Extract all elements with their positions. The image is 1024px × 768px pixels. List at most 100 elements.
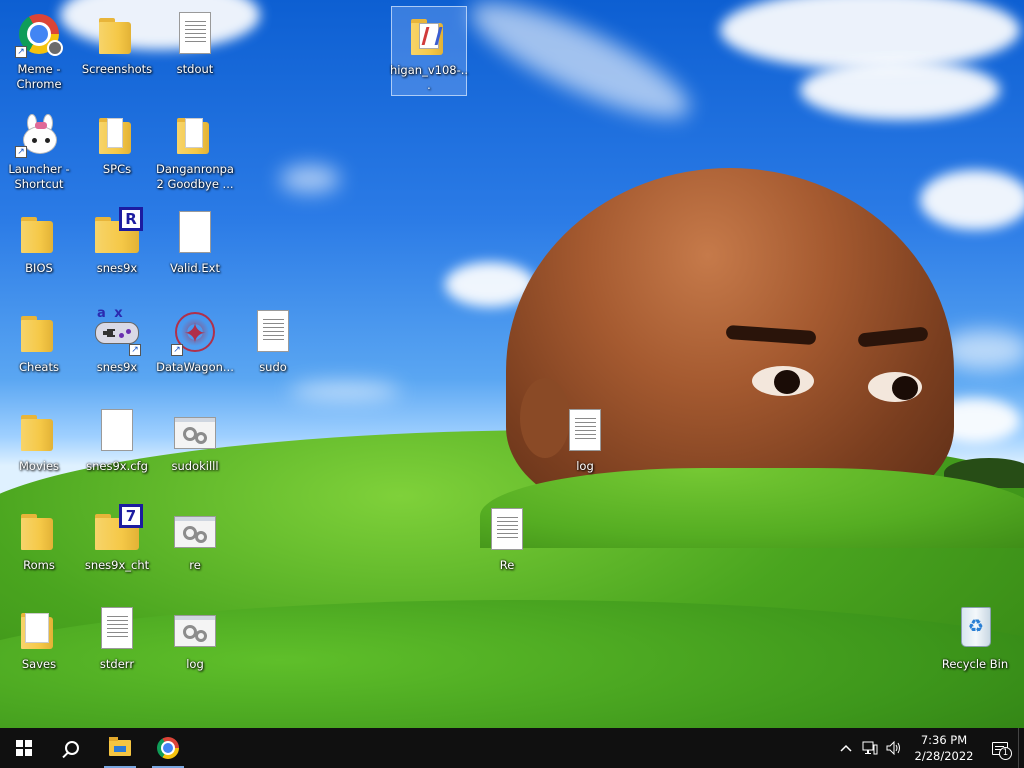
icon-label: DataWagon... — [156, 360, 234, 374]
desktop-icon-movies[interactable]: Movies — [1, 403, 77, 493]
icon-label: Roms — [23, 558, 55, 572]
desktop-icon-higan[interactable]: higan_v108-... — [389, 6, 469, 96]
desktop-icon-launcher[interactable]: ↗ Launcher - Shortcut — [1, 106, 77, 196]
gear-file-icon — [171, 506, 219, 554]
chrome-icon — [157, 737, 179, 759]
desktop-icon-cheats[interactable]: Cheats — [1, 304, 77, 394]
desktop-icon-screenshots[interactable]: Screenshots — [79, 6, 155, 96]
icon-label: snes9x — [96, 261, 138, 275]
desktop-icon-snes9x-app[interactable]: a x ↗ snes9x — [79, 304, 155, 394]
clock[interactable]: 7:36 PM 2/28/2022 — [906, 732, 982, 764]
folder-icon — [15, 209, 63, 257]
chevron-up-icon[interactable] — [834, 728, 858, 768]
icon-label: SPCs — [102, 162, 132, 176]
icon-label: re — [189, 558, 201, 572]
text-file-icon — [249, 308, 297, 356]
blank-file-icon — [93, 407, 141, 455]
desktop-icon-re-doc[interactable]: Re — [469, 502, 545, 592]
clock-time: 7:36 PM — [920, 733, 968, 747]
desktop-icon-snes9x-cht[interactable]: 7 snes9x_cht — [79, 502, 155, 592]
mandala-icon: ↗ — [171, 308, 219, 356]
desktop-icon-datawagon[interactable]: ↗ DataWagon... — [156, 304, 234, 394]
desktop-icon-recycle-bin[interactable]: Recycle Bin — [937, 601, 1013, 691]
text-file-icon — [561, 407, 609, 455]
r-badge: R — [119, 207, 143, 231]
icon-label: stderr — [99, 657, 135, 671]
chrome-taskbar-button[interactable] — [144, 728, 192, 768]
desktop-icon-stdout[interactable]: stdout — [157, 6, 233, 96]
cloud — [720, 0, 1020, 70]
gamepad-letters: a x — [97, 306, 125, 321]
icon-label: Launcher - Shortcut — [8, 162, 70, 191]
bunny-icon: ↗ — [15, 110, 63, 158]
icon-label: snes9x.cfg — [86, 459, 148, 473]
eye — [868, 372, 922, 402]
icon-label: higan_v108-... — [389, 63, 469, 92]
eye — [752, 366, 814, 396]
folder-icon — [15, 308, 63, 356]
desktop-icon-re-gear[interactable]: re — [157, 502, 233, 592]
icon-label: Danganronpa 2 Goodbye ... — [156, 162, 234, 191]
icon-label: Recycle Bin — [941, 657, 1009, 671]
file-explorer-button[interactable] — [96, 728, 144, 768]
eyebrow — [857, 326, 929, 348]
cloud — [280, 165, 340, 193]
search-button[interactable] — [48, 728, 96, 768]
icon-label: log — [576, 459, 594, 473]
desktop-icon-sudo[interactable]: sudo — [235, 304, 311, 394]
gear-file-icon — [171, 407, 219, 455]
desktop[interactable]: ↗ Meme - Chrome ↗ Launcher - Shortcut BI… — [0, 0, 1024, 728]
desktop-icon-spcs[interactable]: SPCs — [79, 106, 155, 196]
folder-icon — [171, 110, 219, 158]
desktop-icon-valid-ext[interactable]: Valid.Ext — [157, 205, 233, 295]
taskbar: 7:36 PM 2/28/2022 1 — [0, 728, 1024, 768]
icon-label: Cheats — [19, 360, 59, 374]
network-icon[interactable] — [858, 728, 882, 768]
desktop-icon-bios[interactable]: BIOS — [1, 205, 77, 295]
folder-icon — [109, 737, 131, 756]
folder-icon: R — [93, 207, 143, 257]
icon-label: BIOS — [25, 261, 53, 275]
icon-label: Re — [499, 558, 515, 572]
folder-icon — [93, 10, 141, 58]
text-file-icon — [171, 10, 219, 58]
text-file-icon — [93, 605, 141, 653]
blank-file-icon — [171, 209, 219, 257]
desktop-icon-log-gear[interactable]: log — [157, 601, 233, 691]
action-center-button[interactable]: 1 — [982, 728, 1018, 768]
text-file-icon — [483, 506, 531, 554]
eyebrow — [725, 324, 817, 346]
gamepad-icon: a x ↗ — [93, 306, 141, 356]
icon-label: snes9x — [96, 360, 138, 374]
desktop-icon-danganronpa[interactable]: Danganronpa 2 Goodbye ... — [156, 106, 234, 196]
folder-icon — [15, 605, 63, 653]
icon-label: Screenshots — [81, 62, 153, 76]
seven-badge: 7 — [119, 504, 143, 528]
desktop-icon-log-text[interactable]: log — [547, 403, 623, 493]
folder-icon — [15, 407, 63, 455]
desktop-icon-roms[interactable]: Roms — [1, 502, 77, 592]
desktop-icon-meme-chrome[interactable]: ↗ Meme - Chrome — [1, 6, 77, 96]
desktop-icon-sudokilll[interactable]: sudokilll — [157, 403, 233, 493]
folder-icon — [15, 506, 63, 554]
desktop-icon-snes9x-cfg[interactable]: snes9x.cfg — [79, 403, 155, 493]
notification-count: 1 — [999, 747, 1012, 760]
recycle-bin-icon — [951, 605, 999, 653]
volume-icon[interactable] — [882, 728, 906, 768]
icon-label: sudo — [259, 360, 287, 374]
icon-label: sudokilll — [171, 459, 219, 473]
desktop-icon-snes9x-folder[interactable]: R snes9x — [79, 205, 155, 295]
cloud — [920, 170, 1024, 230]
icon-label: snes9x_cht — [84, 558, 150, 572]
gear-file-icon — [171, 605, 219, 653]
desktop-icon-saves[interactable]: Saves — [1, 601, 77, 691]
icon-label: log — [186, 657, 204, 671]
show-desktop-button[interactable] — [1018, 728, 1024, 768]
icon-label: Movies — [18, 459, 60, 473]
clock-date: 2/28/2022 — [914, 749, 974, 763]
cloud — [458, 0, 702, 138]
icon-label: Saves — [21, 657, 57, 671]
start-button[interactable] — [0, 728, 48, 768]
desktop-icon-stderr[interactable]: stderr — [79, 601, 155, 691]
folder-icon: 7 — [93, 504, 143, 554]
